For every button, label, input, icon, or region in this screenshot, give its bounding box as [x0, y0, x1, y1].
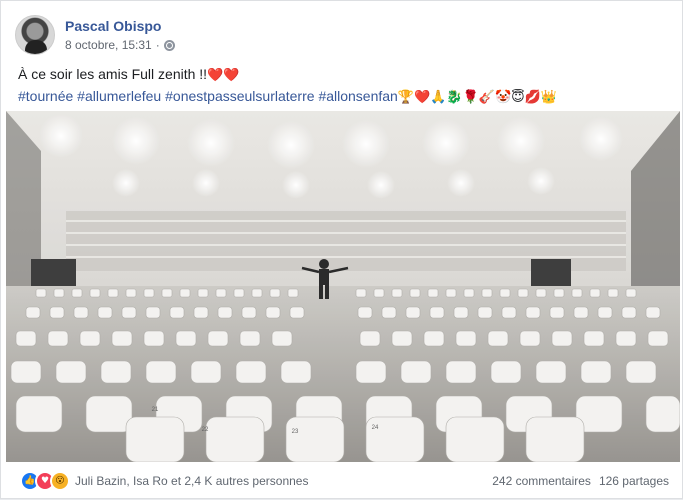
separator-dot: · — [155, 38, 160, 52]
concert-hall-image: 21 22 23 24 — [6, 111, 680, 462]
post-timestamp[interactable]: 8 octobre, 15:31 — [65, 37, 152, 53]
post-stats: 242 commentaires 126 partages — [492, 474, 669, 488]
post-text: À ce soir les amis Full zenith !!❤️❤️ #t… — [18, 64, 668, 108]
globe-icon[interactable] — [163, 39, 175, 51]
post-header: Pascal Obispo 8 octobre, 15:31 · — [15, 13, 175, 57]
shares-count[interactable]: 126 partages — [599, 474, 669, 488]
hashtag-line: #tournée #allumerlefeu #onestpasseulsurl… — [18, 86, 668, 108]
post-subline: 8 octobre, 15:31 · — [65, 37, 175, 53]
comments-count[interactable]: 242 commentaires — [492, 474, 591, 488]
avatar[interactable] — [15, 15, 55, 55]
post-photo[interactable]: 21 22 23 24 — [6, 111, 680, 462]
post-card: Pascal Obispo 8 octobre, 15:31 · À ce so… — [0, 0, 683, 499]
post-meta: Pascal Obispo 8 octobre, 15:31 · — [65, 17, 175, 53]
heart-emoji-icon: ❤️❤️ — [207, 68, 240, 83]
hashtag-onestpasseulsurlaterre[interactable]: #onestpasseulsurlaterre — [165, 88, 314, 104]
hashtag-allonsenfan[interactable]: #allonsenfan — [318, 88, 397, 104]
post-line-1: À ce soir les amis Full zenith !!❤️❤️ — [18, 64, 668, 86]
hashtag-emoji-icons: 🏆❤️🙏🐉🌹🎸🤡😇💋👑 — [397, 90, 558, 105]
post-message: À ce soir les amis Full zenith !! — [18, 66, 208, 82]
reactions-summary[interactable]: 👍 ♥ 😮 Juli Bazin, Isa Ro et 2,4 K autres… — [20, 471, 308, 491]
reaction-names[interactable]: Juli Bazin, Isa Ro et 2,4 K autres perso… — [75, 474, 308, 488]
hashtag-allumerlefeu[interactable]: #allumerlefeu — [77, 88, 161, 104]
wow-icon: 😮 — [50, 471, 70, 491]
hashtag-tournee[interactable]: #tournée — [18, 88, 73, 104]
author-name[interactable]: Pascal Obispo — [65, 17, 175, 35]
post-footer: 👍 ♥ 😮 Juli Bazin, Isa Ro et 2,4 K autres… — [1, 462, 683, 500]
